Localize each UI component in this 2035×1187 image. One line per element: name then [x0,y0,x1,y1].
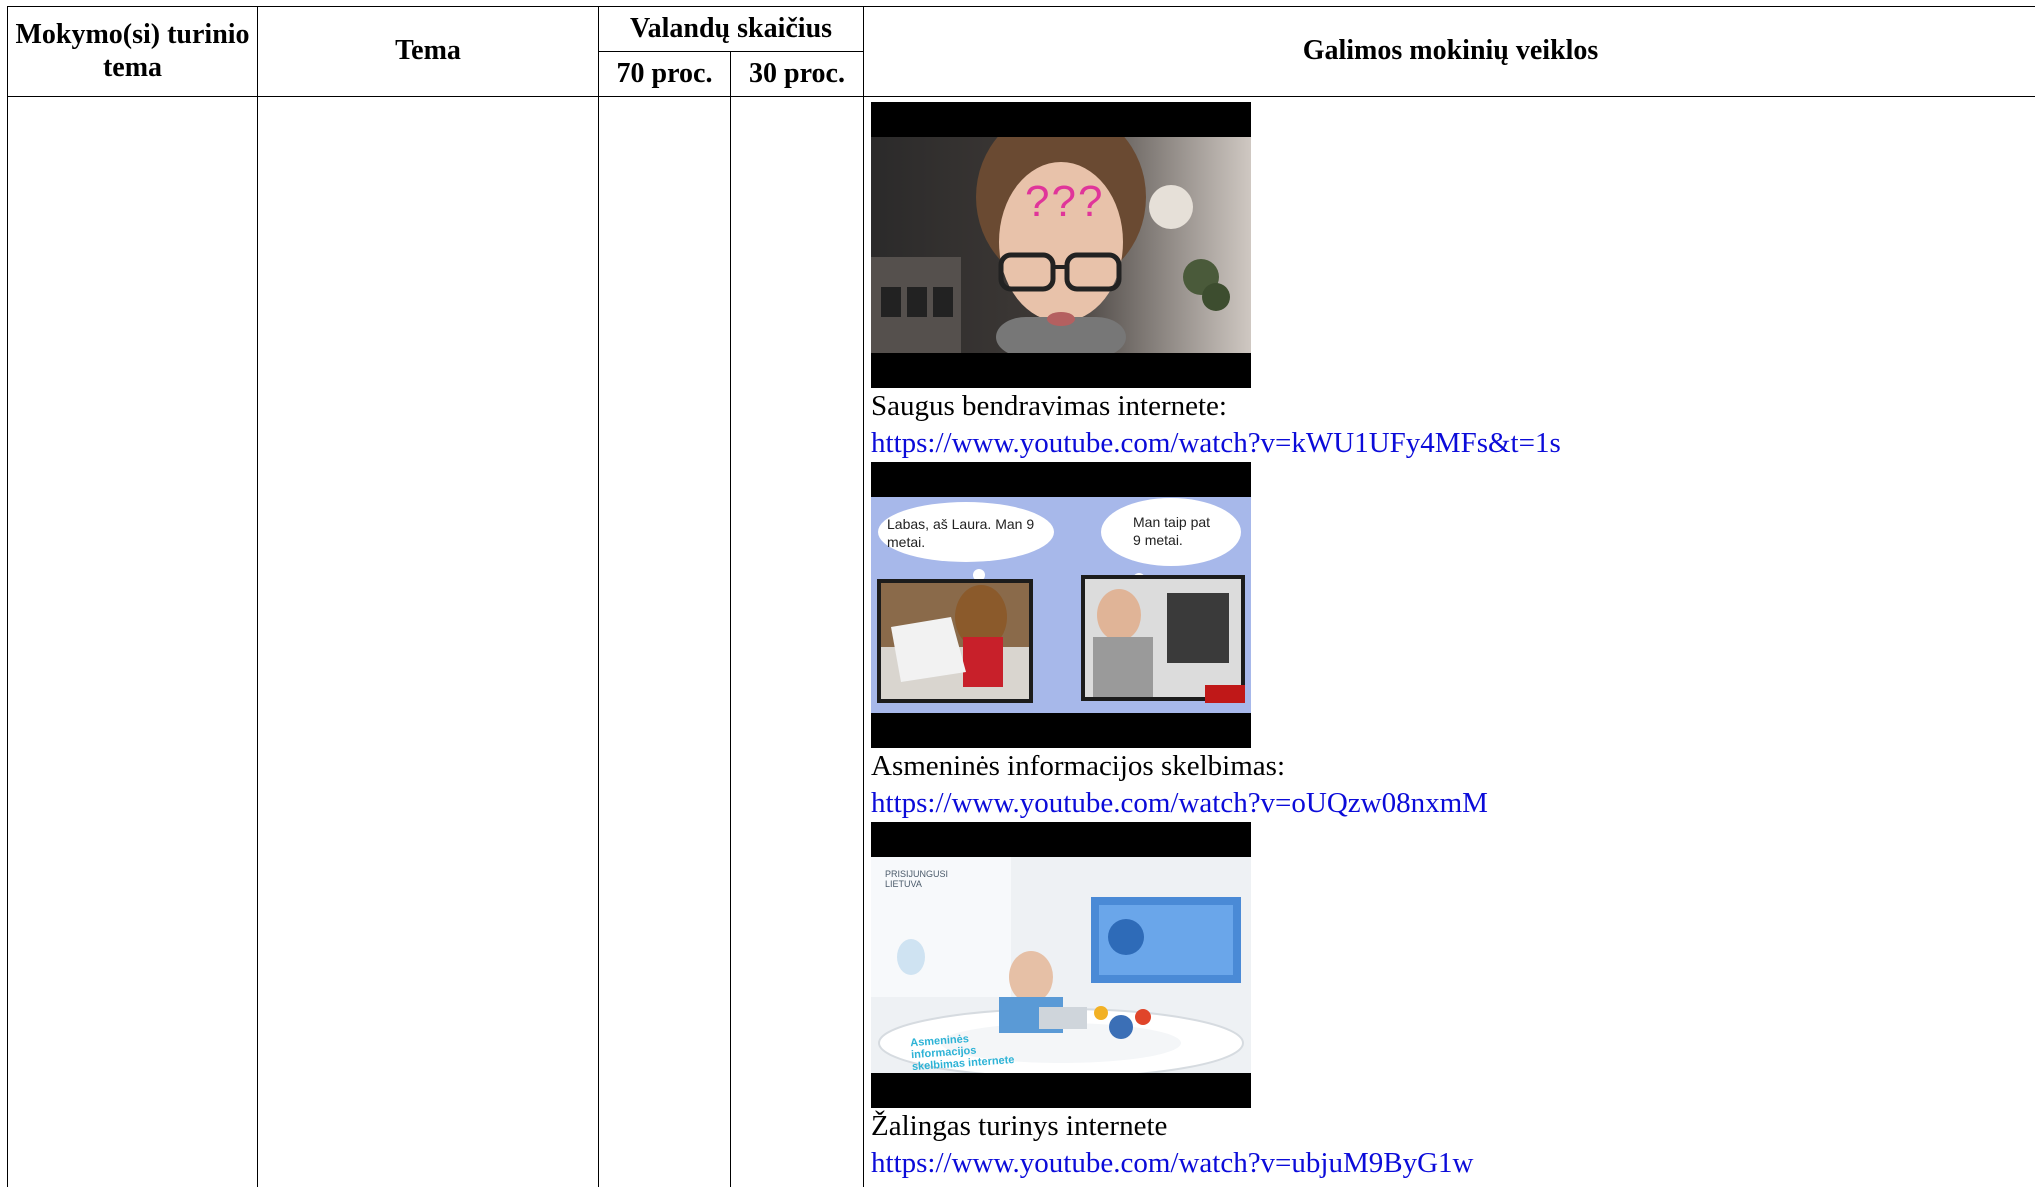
cell-mokymo-tema [7,96,258,1187]
lesson-plan-table: Mokymo(si) turinio tema Tema Valandų ska… [7,6,2035,1187]
cell-galimos-veiklos: ??? Saugus bendravimas internete: https:… [863,96,2035,1187]
header-galimos-veiklos: Galimos mokinių veiklos [863,6,2035,97]
video-link-2[interactable]: https://www.youtube.com/watch?v=oUQzw08n… [871,785,2035,822]
video-caption-3: Žalingas turinys internete [871,1110,1168,1142]
header-tema: Tema [257,6,599,97]
woman-glasses-thumbnail [871,137,1252,353]
header-mokymo-turinio-tema: Mokymo(si) turinio tema [7,6,258,97]
video-link-3[interactable]: https://www.youtube.com/watch?v=ubjuM9By… [871,1145,2035,1182]
page: Mokymo(si) turinio tema Tema Valandų ska… [0,0,2035,1187]
video-caption-2: Asmeninės informacijos skelbimas: [871,750,1286,782]
studio-logo-text: PRISIJUNGUSI LIETUVA [885,869,949,889]
cell-70-proc [598,96,731,1187]
video-thumbnail-1[interactable]: ??? [871,102,1252,388]
video-caption-1: Saugus bendravimas internete: [871,390,1227,422]
header-valandu-skaicius: Valandų skaičius [597,6,865,52]
video-thumbnail-3[interactable]: PRISIJUNGUSI LIETUVA Asmeninės informaci… [871,822,1252,1108]
question-marks-text: ??? [1025,177,1105,226]
video-thumbnail-2[interactable]: Labas, aš Laura. Man 9 metai. Man taip p… [871,462,1252,748]
bubble-left-text: Labas, aš Laura. Man 9 metai. [887,516,1035,550]
video-link-1[interactable]: https://www.youtube.com/watch?v=kWU1UFy4… [871,425,2035,462]
cell-30-proc [729,96,865,1187]
header-30-proc: 30 proc. [729,51,865,97]
cell-tema [257,96,599,1187]
bubble-right-text: Man taip pat 9 metai. [1133,514,1211,548]
header-70-proc: 70 proc. [598,51,731,97]
